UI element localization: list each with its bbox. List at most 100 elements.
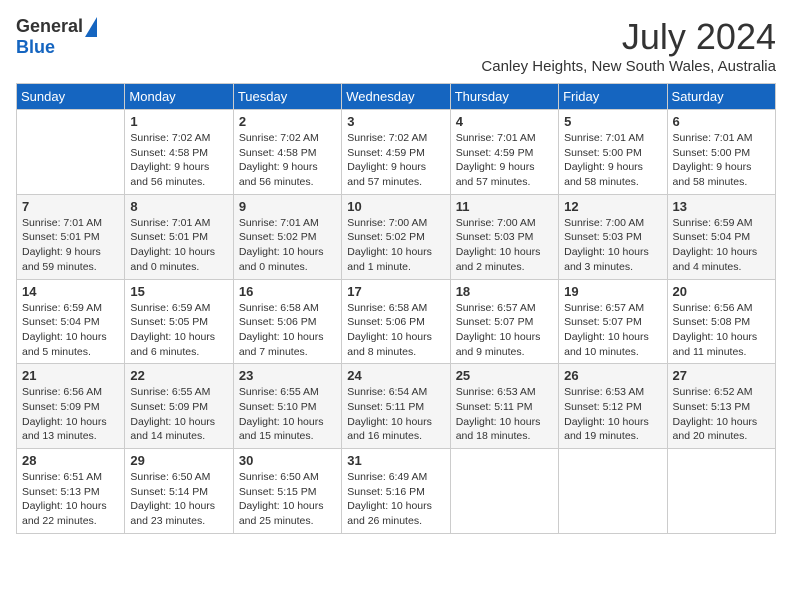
table-row: 20Sunrise: 6:56 AMSunset: 5:08 PMDayligh… xyxy=(667,279,775,364)
day-info: Sunrise: 6:51 AMSunset: 5:13 PMDaylight:… xyxy=(22,470,119,529)
day-info: Sunrise: 7:01 AMSunset: 5:00 PMDaylight:… xyxy=(673,131,770,190)
sunset-text: Sunset: 5:16 PM xyxy=(347,486,425,498)
day-info: Sunrise: 6:50 AMSunset: 5:14 PMDaylight:… xyxy=(130,470,227,529)
logo-blue-text: Blue xyxy=(16,37,55,58)
table-row: 16 Sunrise: 6:58 AM Sunset: 5:06 PM Dayligh… xyxy=(233,279,341,364)
table-row: 7Sunrise: 7:01 AMSunset: 5:01 PMDaylight… xyxy=(17,194,125,279)
daylight-text: Daylight: 9 hours and 58 minutes. xyxy=(564,161,643,188)
sunrise-text: Sunrise: 6:57 AM xyxy=(456,302,536,314)
daylight-text: Daylight: 10 hours and 1 minute. xyxy=(347,246,432,273)
sunrise-text: Sunrise: 7:01 AM xyxy=(239,217,319,229)
sunset-text: Sunset: 5:11 PM xyxy=(347,401,424,413)
table-row: 2Sunrise: 7:02 AMSunset: 4:58 PMDaylight… xyxy=(233,110,341,195)
daylight-text: Daylight: 9 hours and 59 minutes. xyxy=(22,246,101,273)
sunrise-text: Sunrise: 6:56 AM xyxy=(673,302,753,314)
day-info: Sunrise: 7:02 AMSunset: 4:59 PMDaylight:… xyxy=(347,131,444,190)
header-thursday: Thursday xyxy=(450,84,558,110)
day-info: Sunrise: 6:52 AMSunset: 5:13 PMDaylight:… xyxy=(673,385,770,444)
sunrise-text: Sunrise: 6:58 AM xyxy=(239,302,319,314)
table-row: 28 Sunrise: 6:51 AMSunset: 5:13 PMDayligh… xyxy=(17,449,125,534)
day-number: 16 xyxy=(239,284,336,299)
sunrise-text: Sunrise: 6:55 AM xyxy=(239,386,319,398)
header-friday: Friday xyxy=(559,84,667,110)
sunrise-text: Sunrise: 6:53 AM xyxy=(564,386,644,398)
day-number: 27 xyxy=(673,368,770,383)
daylight-text: Daylight: 10 hours and 2 minutes. xyxy=(456,246,541,273)
daylight-text: Daylight: 10 hours and 26 minutes. xyxy=(347,500,432,527)
daylight-text: Daylight: 10 hours and 16 minutes. xyxy=(347,416,432,443)
header-monday: Monday xyxy=(125,84,233,110)
sunset-text: Sunset: 5:02 PM xyxy=(347,231,425,243)
daylight-text: Daylight: 10 hours and 4 minutes. xyxy=(673,246,758,273)
day-info: Sunrise: 6:50 AMSunset: 5:15 PMDaylight:… xyxy=(239,470,336,529)
day-number: 1 xyxy=(130,114,227,129)
logo-triangle-icon xyxy=(85,17,97,37)
day-info: Sunrise: 6:57 AMSunset: 5:07 PMDaylight:… xyxy=(564,301,661,360)
day-number: 12 xyxy=(564,199,661,214)
table-row: 18Sunrise: 6:57 AMSunset: 5:07 PMDayligh… xyxy=(450,279,558,364)
sunset-text: Sunset: 4:58 PM xyxy=(239,147,317,159)
week-row-4: 21Sunrise: 6:56 AMSunset: 5:09 PMDayligh… xyxy=(17,364,776,449)
day-number: 29 xyxy=(130,453,227,468)
sunset-text: Sunset: 5:08 PM xyxy=(673,316,751,328)
daylight-text: Daylight: 10 hours and 6 minutes. xyxy=(130,331,215,358)
sunrise-text: Sunrise: 7:02 AM xyxy=(239,132,319,144)
day-number: 13 xyxy=(673,199,770,214)
day-info: Sunrise: 6:56 AMSunset: 5:09 PMDaylight:… xyxy=(22,385,119,444)
sunrise-text: Sunrise: 6:57 AM xyxy=(564,302,644,314)
day-info: Sunrise: 6:55 AMSunset: 5:10 PMDaylight:… xyxy=(239,385,336,444)
daylight-text: Daylight: 10 hours and 8 minutes. xyxy=(347,331,432,358)
daylight-text: Daylight: 10 hours and 22 minutes. xyxy=(22,500,107,527)
month-title: July 2024 xyxy=(481,16,776,58)
sunrise-text: Sunrise: 6:58 AM xyxy=(347,302,427,314)
day-info: Sunrise: 6:55 AMSunset: 5:09 PMDaylight:… xyxy=(130,385,227,444)
page-header: General Blue July 2024 Canley Heights, N… xyxy=(16,16,776,75)
sunset-text: Sunset: 4:59 PM xyxy=(456,147,534,159)
daylight-text: Daylight: 9 hours and 56 minutes. xyxy=(239,161,318,188)
calendar-title-area: July 2024 Canley Heights, New South Wale… xyxy=(481,16,776,75)
day-number: 28 xyxy=(22,453,119,468)
table-row: 1Sunrise: 7:02 AMSunset: 4:58 PMDaylight… xyxy=(125,110,233,195)
sunrise-text: Sunrise: 6:51 AM xyxy=(22,471,102,483)
day-info: Sunrise: 6:54 AM Sunset: 5:11 PM Daylight:… xyxy=(347,385,444,444)
table-row: 9Sunrise: 7:01 AMSunset: 5:02 PMDaylight… xyxy=(233,194,341,279)
header-sunday: Sunday xyxy=(17,84,125,110)
sunrise-text: Sunrise: 6:54 AM xyxy=(347,386,427,398)
daylight-text: Daylight: 10 hours and 13 minutes. xyxy=(22,416,107,443)
day-info: Sunrise: 7:00 AMSunset: 5:03 PMDaylight:… xyxy=(564,216,661,275)
day-number: 4 xyxy=(456,114,553,129)
day-info: Sunrise: 6:56 AMSunset: 5:08 PMDaylight:… xyxy=(673,301,770,360)
table-row: 10Sunrise: 7:00 AMSunset: 5:02 PMDayligh… xyxy=(342,194,450,279)
daylight-text: Daylight: 10 hours and 7 minutes. xyxy=(239,331,324,358)
sunrise-text: Sunrise: 7:02 AM xyxy=(347,132,427,144)
week-row-3: 14Sunrise: 6:59 AMSunset: 5:04 PMDayligh… xyxy=(17,279,776,364)
daylight-text: Daylight: 9 hours and 57 minutes. xyxy=(347,161,426,188)
sunset-text: Sunset: 5:01 PM xyxy=(22,231,100,243)
day-number: 17 xyxy=(347,284,444,299)
day-number: 7 xyxy=(22,199,119,214)
sunrise-text: Sunrise: 6:59 AM xyxy=(22,302,102,314)
day-number: 8 xyxy=(130,199,227,214)
day-info: Sunrise: 6:53 AMSunset: 5:11 PMDaylight:… xyxy=(456,385,553,444)
daylight-text: Daylight: 10 hours and 3 minutes. xyxy=(564,246,649,273)
table-row: 22Sunrise: 6:55 AMSunset: 5:09 PMDayligh… xyxy=(125,364,233,449)
day-info: Sunrise: 6:59 AMSunset: 5:04 PMDaylight:… xyxy=(22,301,119,360)
sunrise-text: Sunrise: 6:50 AM xyxy=(239,471,319,483)
sunset-text: Sunset: 5:06 PM xyxy=(239,316,317,328)
header-saturday: Saturday xyxy=(667,84,775,110)
table-row: 24Sunrise: 6:54 AMSunset: 5:11 PMDayligh… xyxy=(342,364,450,449)
table-row: 31Sunrise: 6:49 AMSunset: 5:16 PMDayligh… xyxy=(342,449,450,534)
table-row: 14Sunrise: 6:59 AMSunset: 5:04 PMDayligh… xyxy=(17,279,125,364)
sunset-text: Sunset: 5:09 PM xyxy=(130,401,208,413)
daylight-text: Daylight: 10 hours and 20 minutes. xyxy=(673,416,758,443)
daylight-text: Daylight: 10 hours and 18 minutes. xyxy=(456,416,541,443)
day-info: Sunrise: 7:02 AM Sunset: 4:58 PM Daylight:… xyxy=(239,131,336,190)
week-row-2: 7 Sunrise: 7:01 AM Sunset: 5:01 PM Daylight… xyxy=(17,194,776,279)
daylight-text: Daylight: 10 hours and 14 minutes. xyxy=(130,416,215,443)
sunset-text: Sunset: 5:15 PM xyxy=(239,486,317,498)
table-row: 6Sunrise: 7:01 AMSunset: 5:00 PMDaylight… xyxy=(667,110,775,195)
table-row: 8Sunrise: 7:01 AMSunset: 5:01 PMDaylight… xyxy=(125,194,233,279)
sunrise-text: Sunrise: 6:59 AM xyxy=(130,302,210,314)
table-row: 5Sunrise: 7:01 AMSunset: 5:00 PMDaylight… xyxy=(559,110,667,195)
day-number: 30 xyxy=(239,453,336,468)
